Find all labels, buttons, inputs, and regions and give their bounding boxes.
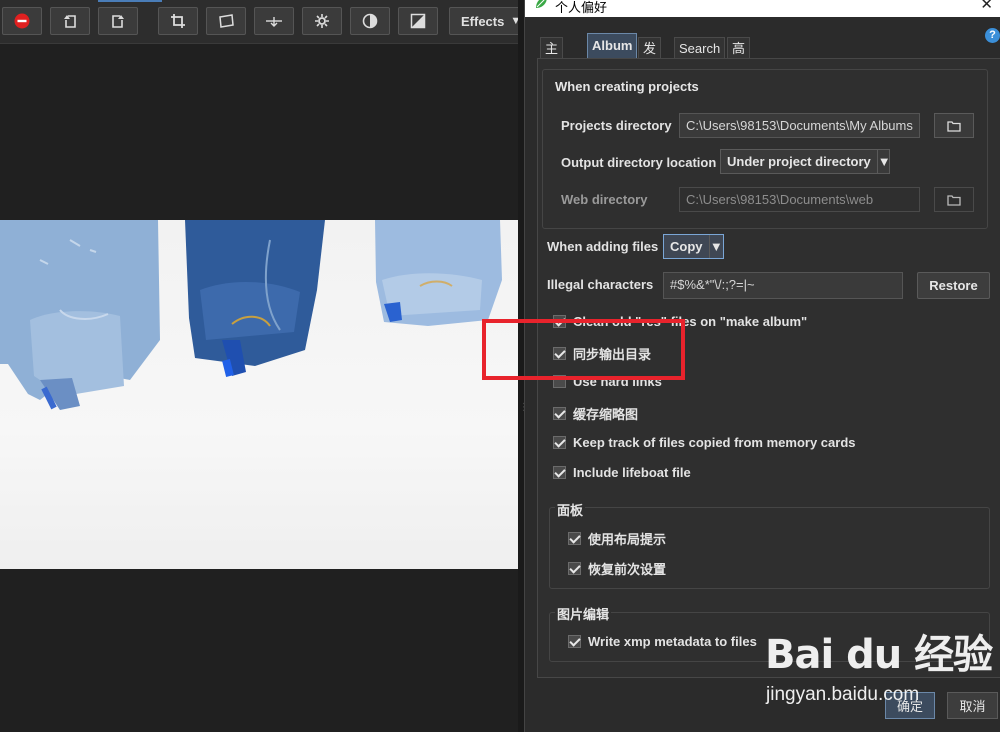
folder-icon [947, 194, 961, 206]
browse-projects-button[interactable] [934, 113, 974, 138]
checkbox-box [553, 466, 566, 479]
effects-dropdown[interactable]: Effects ▼ [449, 7, 529, 35]
folder-icon [947, 120, 961, 132]
adjust-settings-button[interactable] [302, 7, 342, 35]
checkbox-cache-thumbnails[interactable]: 缓存缩略图 [553, 404, 638, 423]
close-icon[interactable]: ✕ [980, 0, 993, 13]
checkbox-box [553, 436, 566, 449]
checkbox-label: Include lifeboat file [573, 465, 691, 480]
watermark-url: jingyan.baidu.com [766, 684, 920, 705]
photo-preview [0, 220, 518, 569]
output-location-value: Under project directory [727, 154, 871, 169]
tab-search[interactable]: Search [674, 37, 726, 58]
projects-directory-field[interactable]: C:\Users\98153\Documents\My Albums [679, 113, 920, 138]
checkbox-label: Write xmp metadata to files [588, 634, 757, 649]
stop-button[interactable] [2, 7, 42, 35]
adding-files-select[interactable]: Copy ▼ [663, 234, 724, 259]
adding-files-label: When adding files [547, 239, 659, 254]
checkbox-restore-settings[interactable]: 恢复前次设置 [568, 559, 666, 578]
exposure-icon [410, 13, 426, 29]
tab-album[interactable]: Album [587, 33, 638, 58]
checkbox-label: 缓存缩略图 [573, 407, 639, 422]
rotate-right-button[interactable] [98, 7, 138, 35]
toolbar-accent-line [98, 0, 162, 2]
browse-web-button[interactable] [934, 187, 974, 212]
stop-icon [14, 13, 30, 29]
straighten-button[interactable] [206, 7, 246, 35]
checkbox-box [568, 635, 581, 648]
level-button[interactable] [254, 7, 294, 35]
contrast-button[interactable] [350, 7, 390, 35]
checkbox-lifeboat[interactable]: Include lifeboat file [553, 465, 691, 480]
checkbox-box [568, 562, 581, 575]
checkbox-label: 恢复前次设置 [588, 562, 667, 577]
checkbox-box [568, 532, 581, 545]
projects-directory-label: Projects directory [561, 118, 672, 133]
tab-publish[interactable]: 发布 [638, 37, 662, 77]
help-icon[interactable]: ? [985, 28, 1000, 43]
output-location-select[interactable]: Under project directory ▼ [720, 149, 891, 174]
rotate-right-icon [112, 15, 124, 28]
contrast-icon [362, 13, 378, 29]
dialog-title: 个人偏好 [555, 0, 608, 15]
rotate-left-icon [64, 15, 76, 28]
effects-label: Effects [461, 13, 505, 29]
output-location-label: Output directory location [561, 155, 717, 170]
image-edit-group-title: 图片编辑 [555, 604, 612, 623]
jeans-photo [0, 220, 502, 410]
creating-projects-title: When creating projects [555, 79, 699, 94]
rotate-left-button[interactable] [50, 7, 90, 35]
level-icon [266, 17, 282, 27]
app-leaf-icon [536, 0, 547, 8]
image-editor-area: Effects ▼ [0, 0, 530, 732]
adding-files-value: Copy [670, 239, 703, 254]
tab-advanced[interactable]: 高级 [727, 37, 751, 77]
exposure-button[interactable] [398, 7, 438, 35]
watermark-logo: Bai du 经验 [765, 632, 993, 678]
panel-group-title: 面板 [555, 500, 586, 519]
restore-button[interactable]: Restore [917, 272, 990, 299]
chevron-down-icon: ▼ [876, 150, 891, 173]
checkbox-box [553, 407, 566, 420]
editor-toolbar: Effects ▼ [0, 0, 530, 44]
dialog-titlebar: 个人偏好 ✕ [525, 0, 1000, 17]
straighten-icon [219, 14, 234, 28]
annotation-highlight-box [482, 319, 685, 380]
checkbox-track-memory-cards[interactable]: Keep track of files copied from memory c… [553, 435, 855, 450]
checkbox-label: 使用布局提示 [588, 532, 667, 547]
baidu-jingyan-watermark: Bai du 经验 jingyan.baidu.com [760, 622, 1000, 712]
settings-icon [315, 14, 329, 28]
illegal-characters-label: Illegal characters [547, 277, 654, 292]
crop-icon [171, 14, 185, 28]
crop-button[interactable] [158, 7, 198, 35]
checkbox-layout-hints[interactable]: 使用布局提示 [568, 529, 666, 548]
web-directory-field[interactable]: C:\Users\98153\Documents\web [679, 187, 920, 212]
tab-main-panel[interactable]: 主面板 [540, 37, 564, 98]
chevron-down-icon: ▼ [708, 235, 724, 258]
web-directory-label: Web directory [561, 192, 648, 207]
illegal-characters-field[interactable]: #$%&*"\/:;?=|~ [663, 272, 903, 299]
checkbox-label: Keep track of files copied from memory c… [573, 435, 856, 450]
checkbox-write-xmp[interactable]: Write xmp metadata to files [568, 634, 757, 649]
